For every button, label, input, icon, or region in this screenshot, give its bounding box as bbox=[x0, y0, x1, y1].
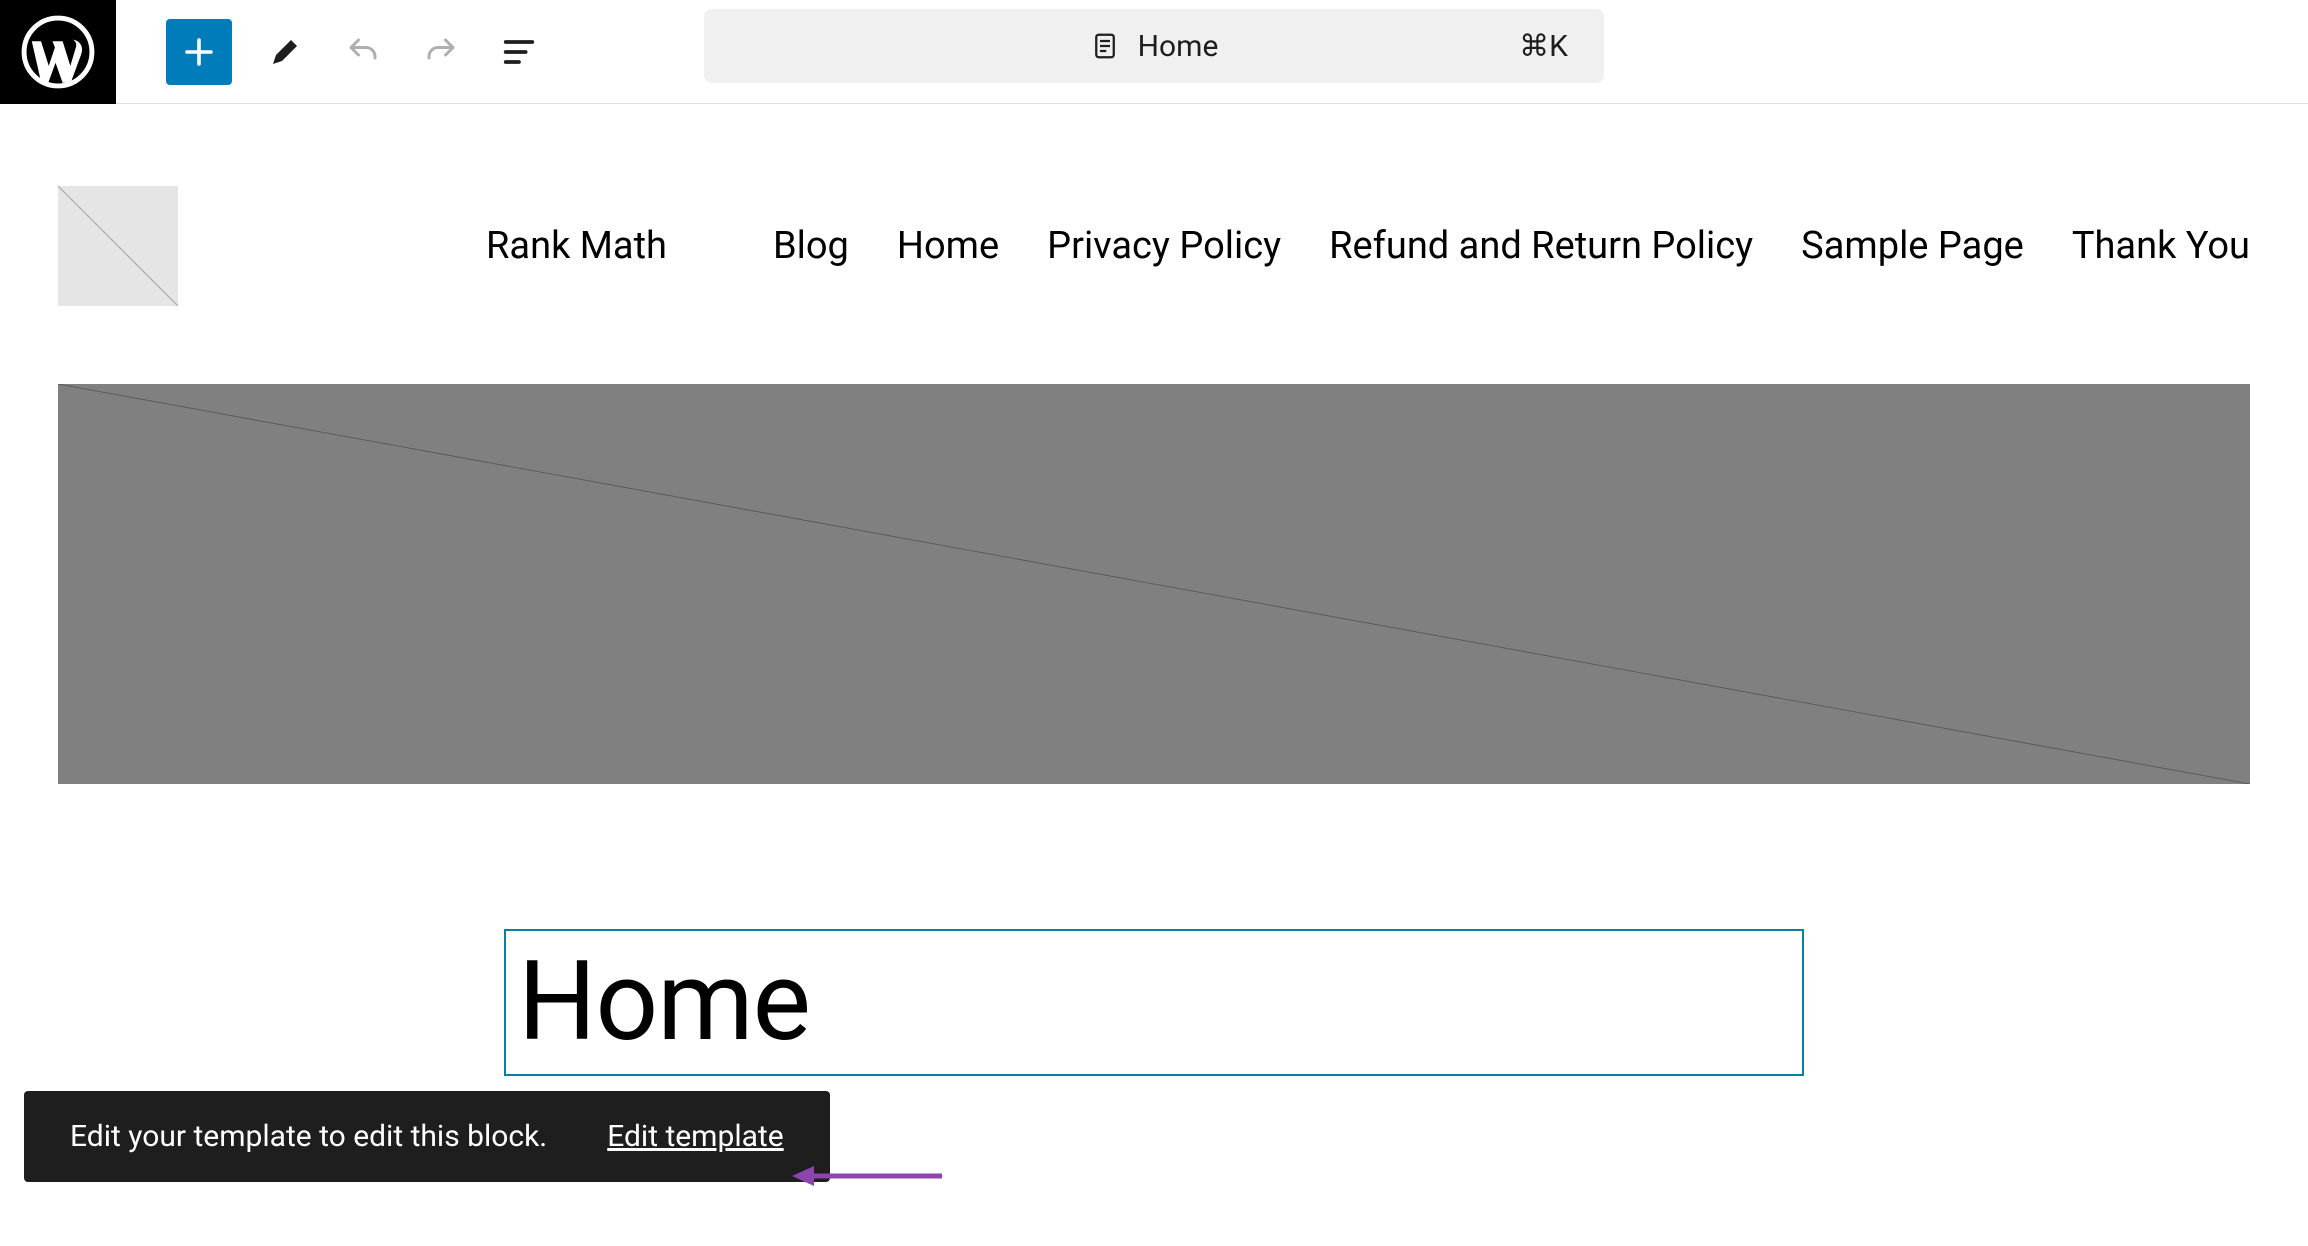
page-icon bbox=[1090, 31, 1120, 61]
site-logo-placeholder[interactable] bbox=[58, 186, 178, 306]
toolbar-actions bbox=[116, 19, 544, 85]
featured-image-placeholder[interactable] bbox=[58, 384, 2250, 784]
placeholder-diagonal-icon bbox=[58, 384, 2250, 784]
redo-icon bbox=[423, 34, 459, 70]
editor-canvas: Rank Math Blog Home Privacy Policy Refun… bbox=[0, 104, 2308, 1076]
nav-item-blog[interactable]: Blog bbox=[773, 224, 849, 268]
nav-item-sample[interactable]: Sample Page bbox=[1801, 224, 2024, 268]
post-title-block[interactable]: Home bbox=[504, 929, 1804, 1076]
pencil-icon bbox=[267, 34, 303, 70]
nav-item-home[interactable]: Home bbox=[897, 224, 999, 268]
nav-item-thankyou[interactable]: Thank You bbox=[2072, 224, 2250, 268]
tools-button[interactable] bbox=[260, 27, 310, 77]
edit-template-link[interactable]: Edit template bbox=[607, 1119, 783, 1154]
snackbar-notice: Edit your template to edit this block. E… bbox=[24, 1091, 830, 1182]
site-navigation: Blog Home Privacy Policy Refund and Retu… bbox=[773, 224, 2250, 268]
document-overview-button[interactable] bbox=[494, 27, 544, 77]
wordpress-logo-button[interactable] bbox=[0, 0, 116, 104]
site-header: Rank Math Blog Home Privacy Policy Refun… bbox=[58, 186, 2250, 306]
plus-icon bbox=[181, 34, 217, 70]
placeholder-diagonal-icon bbox=[58, 186, 178, 306]
undo-icon bbox=[345, 34, 381, 70]
list-view-icon bbox=[499, 32, 539, 72]
nav-item-refund[interactable]: Refund and Return Policy bbox=[1329, 224, 1753, 268]
undo-button[interactable] bbox=[338, 27, 388, 77]
block-inserter-button[interactable] bbox=[166, 19, 232, 85]
document-bar-title: Home bbox=[1138, 29, 1219, 64]
editor-top-toolbar: Home ⌘K bbox=[0, 0, 2308, 104]
document-bar[interactable]: Home ⌘K bbox=[704, 9, 1604, 83]
document-bar-left: Home bbox=[1090, 29, 1219, 64]
redo-button[interactable] bbox=[416, 27, 466, 77]
page-title-wrap: Home bbox=[58, 929, 2250, 1076]
snackbar-message: Edit your template to edit this block. bbox=[70, 1119, 547, 1154]
wordpress-logo-icon bbox=[21, 15, 95, 89]
site-title[interactable]: Rank Math bbox=[486, 224, 667, 268]
command-shortcut: ⌘K bbox=[1519, 29, 1568, 64]
post-title-text: Home bbox=[518, 939, 1790, 1066]
nav-item-privacy[interactable]: Privacy Policy bbox=[1047, 224, 1281, 268]
